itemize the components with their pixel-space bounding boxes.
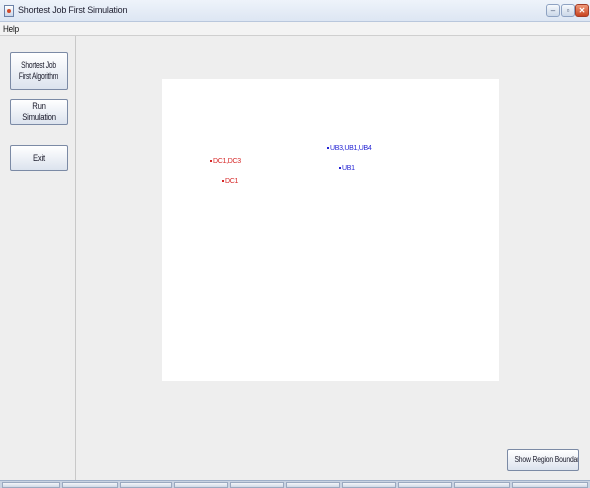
minimize-icon: –: [550, 6, 556, 15]
sjf-label-line1: Shortest Job: [21, 60, 57, 70]
taskbar-item[interactable]: [286, 482, 340, 488]
userbase-dot-icon: [327, 147, 329, 150]
userbase-label: UB1: [342, 165, 355, 172]
title-bar: Shortest Job First Simulation – ▫ ✕: [0, 0, 590, 22]
taskbar-item[interactable]: [342, 482, 396, 488]
show-region-boundaries-button[interactable]: Show Region Boundaries: [507, 449, 579, 471]
taskbar-item[interactable]: [398, 482, 452, 488]
app-window: Shortest Job First Simulation – ▫ ✕ Help…: [0, 0, 590, 488]
show-region-boundaries-label: Show Region Boundaries: [514, 455, 579, 464]
close-button[interactable]: ✕: [575, 4, 589, 17]
menu-bar: Help: [0, 22, 590, 36]
sidebar: Shortest Job First Algorithm Run Simulat…: [0, 36, 76, 480]
datacenter-marker: DC1: [222, 178, 238, 186]
run-simulation-label: Run Simulation: [22, 101, 56, 122]
taskbar-item[interactable]: [174, 482, 228, 488]
taskbar-item[interactable]: [512, 482, 588, 488]
taskbar-item[interactable]: [120, 482, 172, 488]
taskbar: [0, 480, 590, 488]
window-title: Shortest Job First Simulation: [18, 5, 128, 15]
taskbar-item[interactable]: [62, 482, 118, 488]
simulation-canvas: DC1,DC3 DC1 UB3,UB1,UB4 UB1: [162, 79, 499, 381]
userbase-dot-icon: [339, 167, 341, 170]
userbase-label: UB3,UB1,UB4: [330, 145, 372, 152]
shortest-job-first-button[interactable]: Shortest Job First Algorithm: [10, 52, 68, 90]
simulation-panel: DC1,DC3 DC1 UB3,UB1,UB4 UB1 Show Region …: [76, 36, 590, 480]
taskbar-item[interactable]: [230, 482, 284, 488]
taskbar-item[interactable]: [2, 482, 60, 488]
exit-button[interactable]: Exit: [10, 145, 68, 171]
minimize-button[interactable]: –: [546, 4, 560, 17]
taskbar-item[interactable]: [454, 482, 510, 488]
datacenter-marker-group: DC1,DC3: [210, 158, 241, 166]
exit-label: Exit: [33, 152, 45, 163]
userbase-marker-group: UB3,UB1,UB4: [327, 145, 372, 153]
datacenter-label: DC1: [225, 178, 239, 185]
run-simulation-button[interactable]: Run Simulation: [10, 99, 68, 125]
datacenter-label: DC1,DC3: [213, 158, 241, 165]
maximize-icon: ▫: [566, 6, 570, 15]
sjf-label-line2: First Algorithm: [19, 71, 59, 81]
maximize-button[interactable]: ▫: [561, 4, 575, 17]
userbase-marker: UB1: [339, 165, 355, 173]
datacenter-dot-icon: [222, 180, 224, 183]
datacenter-dot-icon: [210, 160, 212, 163]
menu-help[interactable]: Help: [3, 24, 19, 34]
close-icon: ✕: [578, 6, 586, 15]
app-icon: [4, 5, 14, 17]
